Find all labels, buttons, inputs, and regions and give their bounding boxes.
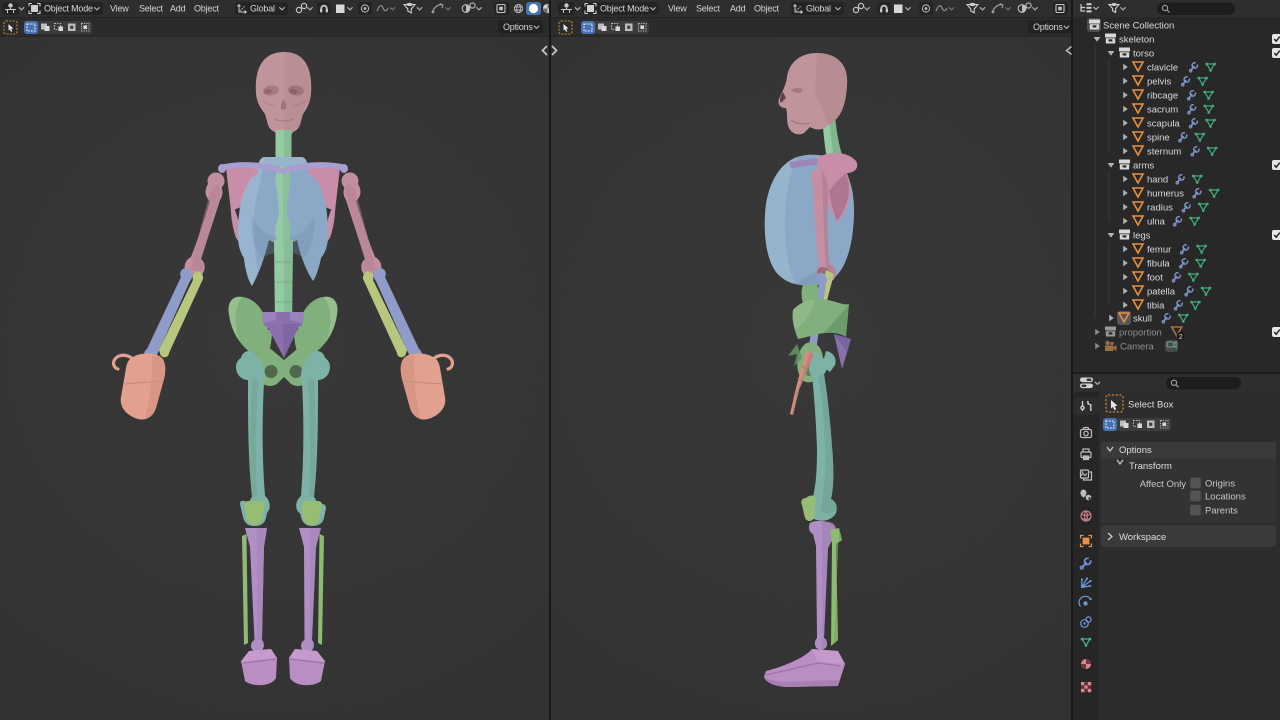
svg-text:Parents: Parents (1205, 506, 1238, 517)
svg-text:radius: radius (1147, 203, 1173, 214)
svg-text:View: View (110, 4, 129, 14)
svg-text:hand: hand (1147, 175, 1168, 186)
svg-text:Origins: Origins (1205, 479, 1235, 490)
svg-text:patella: patella (1147, 287, 1176, 298)
svg-text:Workspace: Workspace (1119, 532, 1166, 543)
svg-text:Options: Options (503, 22, 533, 32)
svg-text:Camera: Camera (1120, 342, 1155, 353)
svg-text:Transform: Transform (1129, 461, 1172, 472)
svg-text:tibia: tibia (1147, 301, 1165, 312)
svg-text:View: View (668, 4, 687, 14)
svg-text:torso: torso (1133, 49, 1154, 60)
svg-text:humerus: humerus (1147, 189, 1184, 200)
svg-text:Object Mode: Object Mode (44, 4, 93, 14)
svg-text:spine: spine (1147, 133, 1170, 144)
svg-text:legs: legs (1133, 231, 1151, 242)
svg-text:Global: Global (250, 4, 275, 14)
svg-text:Object Mode: Object Mode (600, 4, 649, 14)
svg-text:Object: Object (754, 4, 780, 14)
svg-text:Add: Add (170, 4, 186, 14)
svg-text:Options: Options (1119, 445, 1152, 456)
svg-text:Locations: Locations (1205, 492, 1246, 503)
svg-text:ulna: ulna (1147, 217, 1166, 228)
svg-text:Affect Only: Affect Only (1140, 479, 1187, 490)
svg-text:Options: Options (1033, 22, 1063, 32)
svg-text:skeleton: skeleton (1119, 35, 1154, 46)
svg-text:ribcage: ribcage (1147, 91, 1178, 102)
svg-text:clavicle: clavicle (1147, 63, 1178, 74)
svg-text:Select Box: Select Box (1128, 400, 1174, 411)
svg-text:Global: Global (806, 4, 831, 14)
svg-text:Add: Add (730, 4, 746, 14)
svg-text:foot: foot (1147, 273, 1163, 284)
svg-text:sacrum: sacrum (1147, 105, 1178, 116)
svg-text:femur: femur (1147, 245, 1171, 256)
svg-text:Scene Collection: Scene Collection (1103, 21, 1174, 32)
svg-text:fibula: fibula (1147, 259, 1170, 270)
svg-text:Object: Object (194, 4, 220, 14)
svg-text:Select: Select (139, 4, 164, 14)
svg-text:sternum: sternum (1147, 147, 1181, 158)
svg-text:Select: Select (696, 4, 721, 14)
svg-text:2: 2 (1179, 334, 1183, 341)
svg-text:pelvis: pelvis (1147, 77, 1172, 88)
svg-text:skull: skull (1133, 314, 1152, 325)
svg-text:proportion: proportion (1119, 328, 1162, 339)
svg-text:arms: arms (1133, 161, 1154, 172)
svg-text:scapula: scapula (1147, 119, 1180, 130)
